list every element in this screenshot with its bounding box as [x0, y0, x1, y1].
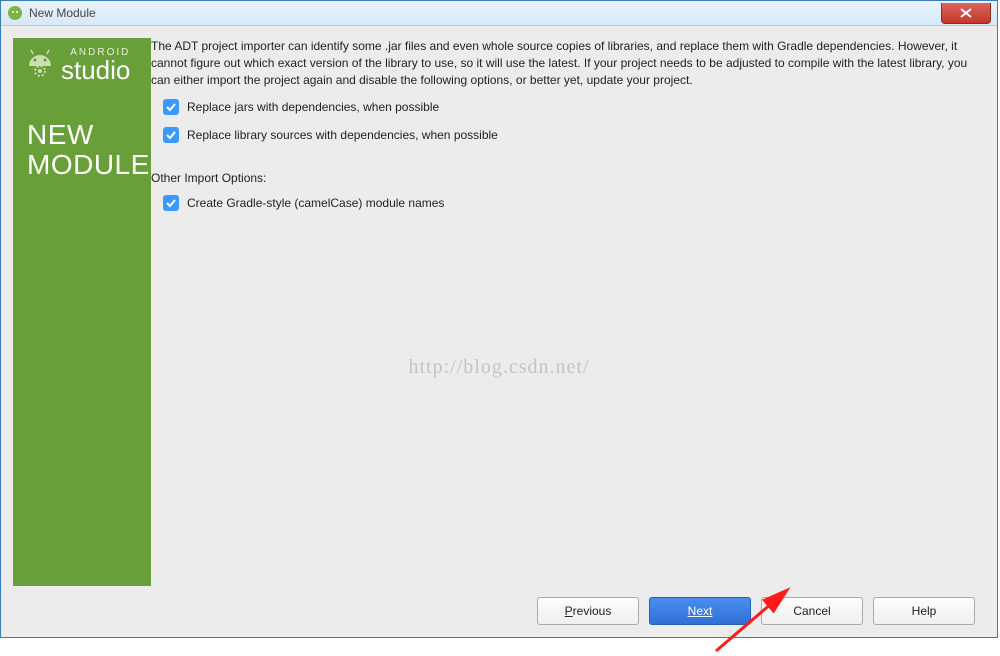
sidebar-title: NEW MODULE — [13, 120, 151, 180]
dialog-window: New Module — [0, 0, 998, 638]
brand-big-text: studio — [61, 58, 130, 82]
checkbox-replace-lib-label: Replace library sources with dependencie… — [187, 128, 498, 142]
window-title: New Module — [29, 6, 941, 20]
help-button[interactable]: Help — [873, 597, 975, 625]
content-area: ANDROID studio NEW MODULE The ADT projec… — [1, 26, 997, 637]
checkbox-replace-jars[interactable] — [163, 99, 179, 115]
previous-button[interactable]: Previous — [537, 597, 639, 625]
sidebar-title-line2: MODULE — [27, 150, 151, 180]
checkbox-row-replace-jars[interactable]: Replace jars with dependencies, when pos… — [151, 99, 985, 115]
close-button[interactable] — [941, 3, 991, 24]
android-head-icon — [23, 48, 57, 82]
description-text: The ADT project importer can identify so… — [151, 38, 985, 89]
checkbox-camel-label: Create Gradle-style (camelCase) module n… — [187, 196, 444, 210]
checkbox-row-camel[interactable]: Create Gradle-style (camelCase) module n… — [151, 195, 985, 211]
cancel-button[interactable]: Cancel — [761, 597, 863, 625]
checkbox-row-replace-lib[interactable]: Replace library sources with dependencie… — [151, 127, 985, 143]
button-row: Previous Next Cancel Help — [537, 597, 975, 625]
brand-logo: ANDROID studio — [13, 48, 151, 82]
checkbox-replace-jars-label: Replace jars with dependencies, when pos… — [187, 100, 439, 114]
checkbox-replace-lib[interactable] — [163, 127, 179, 143]
sidebar: ANDROID studio NEW MODULE — [13, 38, 151, 586]
next-button[interactable]: Next — [649, 597, 751, 625]
main-pane: The ADT project importer can identify so… — [151, 38, 985, 586]
sidebar-title-line1: NEW — [27, 120, 151, 150]
titlebar: New Module — [1, 1, 997, 26]
other-import-label: Other Import Options: — [151, 171, 985, 185]
android-studio-icon — [7, 5, 23, 21]
checkbox-camel[interactable] — [163, 195, 179, 211]
